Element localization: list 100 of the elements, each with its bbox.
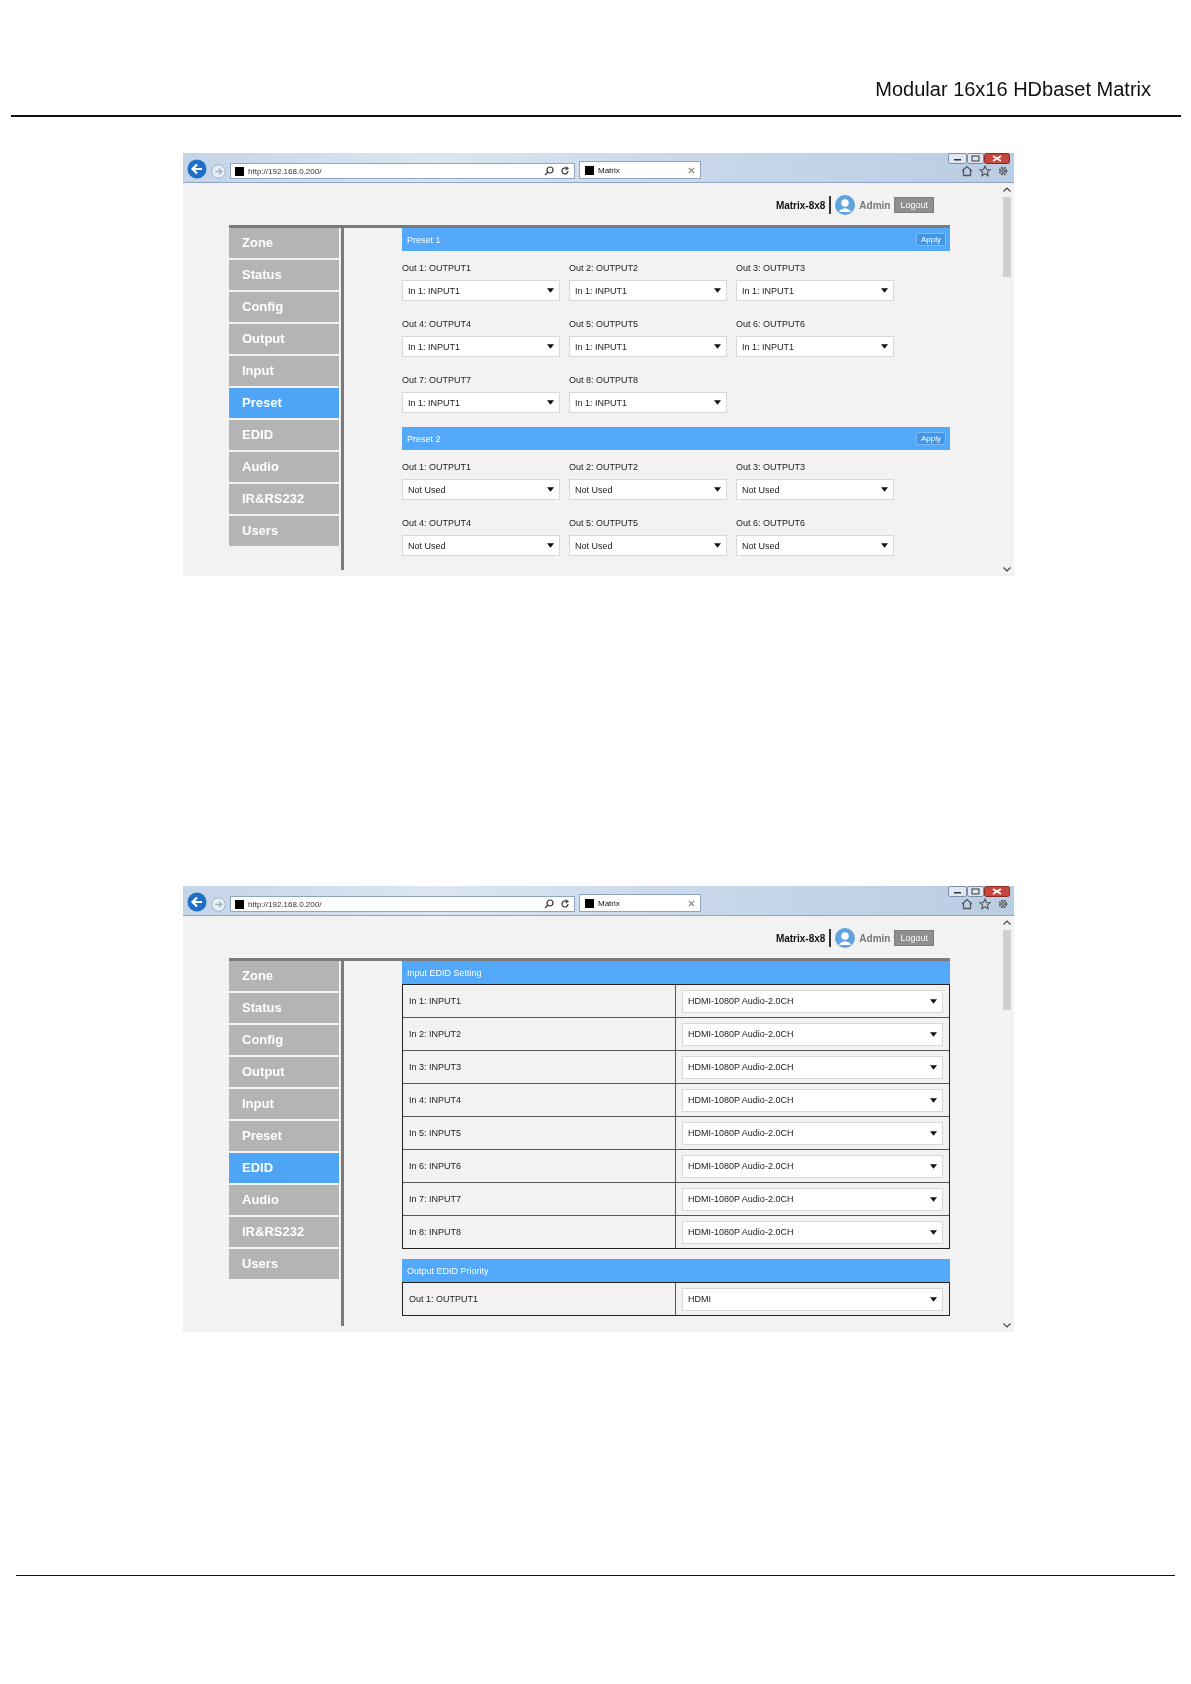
caret-icon [714,487,721,492]
dropdown[interactable]: HDMI-1080P Audio-2.0CH [682,1022,943,1046]
dropdown[interactable]: HDMI-1080P Audio-2.0CH [682,1187,943,1211]
dropdown[interactable]: Not Used [569,535,727,556]
table-cell: In 7: INPUT7 [403,1183,676,1215]
dropdown[interactable]: Not Used [736,535,894,556]
caret-icon [930,1064,937,1070]
refresh-icon[interactable] [560,166,570,176]
dropdown[interactable]: Not Used [402,479,560,500]
scroll-up-icon[interactable] [1003,187,1011,192]
table-cell: In 1: INPUT1 [403,985,676,1017]
user-avatar-icon [835,928,856,948]
section-title: Preset 2 [407,433,441,444]
field-label: Out 4: OUTPUT4 [402,518,473,528]
scroll-thumb[interactable] [1003,930,1011,1010]
browser-tab[interactable]: Matrix [579,161,701,179]
field-label: Out 2: OUTPUT2 [569,462,640,472]
address-text: http://192.168.0.200/ [248,899,323,909]
close-icon[interactable] [688,899,695,907]
dropdown[interactable]: In 1: INPUT1 [402,336,560,357]
search-icon[interactable] [542,166,556,176]
caret-icon [547,487,554,492]
field-label: Out 7: OUTPUT7 [402,375,473,385]
field-label: Out 4: OUTPUT4 [402,319,473,329]
field-label: Out 3: OUTPUT3 [736,263,807,273]
table-cell: Out 1: OUTPUT1 [403,1283,676,1315]
caret-icon [930,1130,937,1136]
back-button[interactable] [187,892,207,912]
table-cell: In 5: INPUT5 [403,1117,676,1149]
site-icon [585,898,594,908]
caret-icon [881,344,888,349]
home-icon[interactable] [961,898,973,910]
caret-icon [714,543,721,548]
close-icon[interactable] [688,166,695,174]
field-label: Out 6: OUTPUT6 [736,518,807,528]
caret-icon [930,1296,937,1302]
search-icon[interactable] [542,899,556,909]
caret-icon [930,1196,937,1202]
caret-icon [881,543,888,548]
address-text: http://192.168.0.200/ [248,166,323,176]
caret-icon [930,1163,937,1169]
dropdown[interactable]: In 1: INPUT1 [402,280,560,301]
dropdown[interactable]: In 1: INPUT1 [736,336,894,357]
field-label: Out 5: OUTPUT5 [569,518,640,528]
user-avatar-icon [835,195,856,215]
caret-icon [547,543,554,548]
dropdown[interactable]: HDMI-1080P Audio-2.0CH [682,1055,943,1079]
field-label: Out 3: OUTPUT3 [736,462,807,472]
tab-title: Matrix [598,898,621,908]
caret-icon [930,1097,937,1103]
field-label: Out 2: OUTPUT2 [569,263,640,273]
dropdown[interactable]: Not Used [736,479,894,500]
caret-icon [547,400,554,405]
table-cell: In 4: INPUT4 [403,1084,676,1116]
dropdown[interactable]: In 1: INPUT1 [402,392,560,413]
user-name: Admin [859,932,891,944]
field-label: Out 8: OUTPUT8 [569,375,640,385]
dropdown[interactable]: HDMI-1080P Audio-2.0CH [682,989,943,1013]
scroll-thumb[interactable] [1003,197,1011,277]
back-button[interactable] [187,159,207,179]
address-bar[interactable]: http://192.168.0.200/ [230,896,575,912]
section-title: Preset 1 [407,234,441,245]
dropdown[interactable]: In 1: INPUT1 [569,336,727,357]
browser-tab[interactable]: Matrix [579,894,701,912]
dropdown[interactable]: In 1: INPUT1 [569,280,727,301]
star-icon[interactable] [979,898,991,910]
site-icon [235,166,244,176]
field-label: Out 6: OUTPUT6 [736,319,807,329]
scroll-down-icon[interactable] [1003,567,1011,572]
dropdown[interactable]: In 1: INPUT1 [736,280,894,301]
field-label: Out 1: OUTPUT1 [402,462,473,472]
window-controls-icon[interactable] [948,153,1010,164]
settings-icon[interactable] [997,165,1009,177]
dropdown[interactable]: HDMI [682,1287,943,1311]
star-icon[interactable] [979,165,991,177]
dropdown[interactable]: HDMI-1080P Audio-2.0CH [682,1088,943,1112]
dropdown[interactable]: HDMI-1080P Audio-2.0CH [682,1220,943,1244]
caret-icon [547,344,554,349]
field-label: Out 5: OUTPUT5 [569,319,640,329]
settings-icon[interactable] [997,898,1009,910]
section-title: Output EDID Priority [407,1265,489,1276]
dropdown[interactable]: Not Used [569,479,727,500]
refresh-icon[interactable] [560,899,570,909]
caret-icon [881,288,888,293]
window-controls-icon[interactable] [948,886,1010,897]
field-label: Out 1: OUTPUT1 [402,263,473,273]
caret-icon [930,1229,937,1235]
scroll-down-icon[interactable] [1003,1323,1011,1328]
site-icon [585,165,594,175]
dropdown[interactable]: In 1: INPUT1 [569,392,727,413]
dropdown[interactable]: HDMI-1080P Audio-2.0CH [682,1121,943,1145]
caret-icon [714,288,721,293]
caret-icon [930,1031,937,1037]
caret-icon [930,998,937,1004]
dropdown[interactable]: HDMI-1080P Audio-2.0CH [682,1154,943,1178]
dropdown[interactable]: Not Used [402,535,560,556]
address-bar[interactable]: http://192.168.0.200/ [230,163,575,179]
caret-icon [547,288,554,293]
scroll-up-icon[interactable] [1003,920,1011,925]
home-icon[interactable] [961,165,973,177]
